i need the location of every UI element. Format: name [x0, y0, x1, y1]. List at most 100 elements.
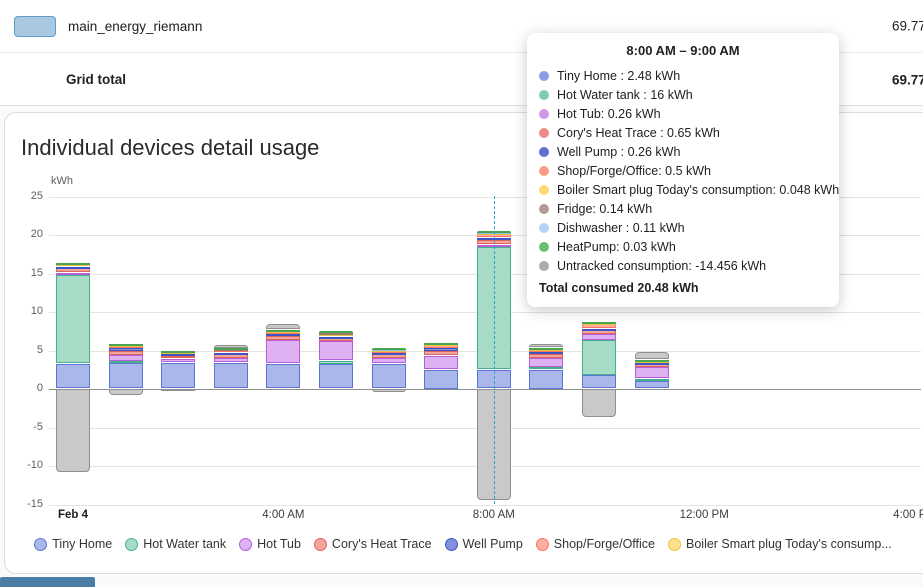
bar-segment-untracked-consumption[interactable] [161, 389, 195, 391]
tooltip-item: Well Pump : 0.26 kWh [539, 142, 827, 161]
bar-segment-tiny-home[interactable] [266, 364, 300, 389]
series-color-dot-icon [539, 109, 549, 119]
legend-item-cory-s-heat-trace[interactable]: Cory's Heat Trace [314, 537, 432, 551]
bar-segment-untracked-consumption[interactable] [109, 389, 143, 395]
bar-segment-tiny-home[interactable] [161, 363, 195, 389]
bar-segment-heatpump[interactable] [56, 263, 90, 265]
bar-segment-cory-s-heat-trace[interactable] [582, 330, 616, 333]
bar-segment-tiny-home[interactable] [529, 370, 563, 389]
bar-segment-cory-s-heat-trace[interactable] [56, 268, 90, 272]
tooltip-item: Tiny Home : 2.48 kWh [539, 66, 827, 85]
legend-item-hot-tub[interactable]: Hot Tub [239, 537, 301, 551]
bar-segment-hot-water-tank[interactable] [635, 379, 669, 381]
bar-segment-untracked-consumption[interactable] [582, 389, 616, 417]
tooltip-item-text: HeatPump: 0.03 kWh [557, 240, 676, 254]
tooltip-item-text: Dishwasher : 0.11 kWh [557, 221, 685, 235]
bar-segment-well-pump[interactable] [266, 334, 300, 336]
bar-segment-well-pump[interactable] [214, 353, 248, 355]
bar-segment-well-pump[interactable] [56, 267, 90, 269]
bar-segment-hot-tub[interactable] [109, 355, 143, 361]
y-axis-tick-label: 15 [15, 267, 43, 279]
bar-segment-untracked-consumption[interactable] [56, 389, 90, 472]
legend-item-shop-forge-office[interactable]: Shop/Forge/Office [536, 537, 655, 551]
tooltip-item-text: Hot Water tank : 16 kWh [557, 88, 693, 102]
x-axis-tick-label: 8:00 AM [473, 509, 515, 521]
tooltip-item: Untracked consumption: -14.456 kWh [539, 256, 827, 275]
bar-segment-heatpump[interactable] [424, 343, 458, 345]
bar-segment-hot-tub[interactable] [424, 356, 458, 369]
bar-segment-heatpump[interactable] [319, 331, 353, 333]
bar-segment-untracked-consumption[interactable] [266, 324, 300, 330]
series-color-dot-icon [539, 71, 549, 81]
bar-segment-hot-tub[interactable] [161, 359, 195, 362]
bar-segment-well-pump[interactable] [109, 348, 143, 351]
legend-item-hot-water-tank[interactable]: Hot Water tank [125, 537, 226, 551]
bar-segment-tiny-home[interactable] [424, 370, 458, 389]
bar-segment-hot-tub[interactable] [582, 334, 616, 340]
bar-segment-well-pump[interactable] [582, 329, 616, 331]
bar-segment-hot-tub[interactable] [214, 358, 248, 362]
bar-segment-tiny-home[interactable] [372, 364, 406, 389]
series-color-dot-icon [539, 261, 549, 271]
bar-segment-untracked-consumption[interactable] [529, 344, 563, 347]
legend-item-well-pump[interactable]: Well Pump [445, 537, 523, 551]
bar-segment-hot-water-tank[interactable] [582, 340, 616, 374]
tooltip-item: Fridge: 0.14 kWh [539, 199, 827, 218]
bar-segment-tiny-home[interactable] [582, 375, 616, 388]
bar-segment-untracked-consumption[interactable] [635, 352, 669, 359]
bar-segment-hot-tub[interactable] [56, 273, 90, 275]
bar-segment-heatpump[interactable] [214, 348, 248, 350]
grid-total-label: Grid total [66, 72, 126, 87]
bar-segment-heatpump[interactable] [161, 351, 195, 353]
legend-color-dot-icon [314, 538, 327, 551]
legend-label: Well Pump [463, 537, 523, 551]
tooltip-item-text: Well Pump : 0.26 kWh [557, 145, 680, 159]
bar-segment-cory-s-heat-trace[interactable] [109, 351, 143, 354]
legend-item-boiler-smart-plug-today-s-consump[interactable]: Boiler Smart plug Today's consump... [668, 537, 892, 551]
y-axis-unit-label: kWh [51, 175, 73, 187]
bar-segment-hot-water-tank[interactable] [529, 367, 563, 369]
bar-segment-hot-tub[interactable] [635, 367, 669, 378]
bar-segment-well-pump[interactable] [161, 354, 195, 356]
legend-label: Boiler Smart plug Today's consump... [686, 537, 892, 551]
bar-segment-hot-tub[interactable] [372, 358, 406, 363]
bar-segment-untracked-consumption[interactable] [214, 345, 248, 348]
bar-segment-cory-s-heat-trace[interactable] [266, 336, 300, 340]
bar-segment-tiny-home[interactable] [214, 363, 248, 389]
bar-segment-untracked-consumption[interactable] [372, 389, 406, 392]
bar-segment-well-pump[interactable] [424, 348, 458, 351]
tooltip-item: Cory's Heat Trace : 0.65 kWh [539, 123, 827, 142]
series-color-dot-icon [539, 147, 549, 157]
bar-segment-cory-s-heat-trace[interactable] [214, 354, 248, 357]
bar-segment-heatpump[interactable] [529, 348, 563, 350]
bar-segment-cory-s-heat-trace[interactable] [372, 354, 406, 357]
bar-segment-hot-water-tank[interactable] [56, 275, 90, 363]
bar-segment-heatpump[interactable] [635, 360, 669, 362]
bar-segment-well-pump[interactable] [372, 353, 406, 355]
bar-segment-cory-s-heat-trace[interactable] [529, 354, 563, 357]
bar-segment-tiny-home[interactable] [109, 363, 143, 389]
partially-visible-next-element[interactable] [0, 577, 95, 587]
bar-segment-hot-tub[interactable] [266, 340, 300, 363]
bar-segment-cory-s-heat-trace[interactable] [424, 351, 458, 355]
bar-segment-hot-tub[interactable] [529, 358, 563, 367]
bar-segment-heatpump[interactable] [582, 322, 616, 324]
tooltip-item-list: Tiny Home : 2.48 kWh Hot Water tank : 16 … [539, 66, 827, 275]
bar-segment-heatpump[interactable] [109, 344, 143, 346]
tooltip-item-text: Cory's Heat Trace : 0.65 kWh [557, 126, 720, 140]
bar-segment-tiny-home[interactable] [56, 364, 90, 389]
hover-indicator-line [494, 196, 495, 504]
bar-segment-hot-tub[interactable] [319, 341, 353, 360]
bar-segment-tiny-home[interactable] [635, 381, 669, 388]
bar-segment-tiny-home[interactable] [319, 364, 353, 388]
bar-segment-hot-water-tank[interactable] [319, 361, 353, 364]
bar-segment-well-pump[interactable] [529, 352, 563, 354]
series-color-dot-icon [539, 204, 549, 214]
legend-label: Shop/Forge/Office [554, 537, 655, 551]
legend-item-tiny-home[interactable]: Tiny Home [34, 537, 112, 551]
bar-segment-heatpump[interactable] [266, 330, 300, 332]
bar-segment-hot-water-tank[interactable] [109, 361, 143, 363]
source-total-kwh: 69.77 [892, 19, 923, 34]
bar-segment-well-pump[interactable] [319, 337, 353, 339]
bar-segment-fridge[interactable] [319, 333, 353, 335]
